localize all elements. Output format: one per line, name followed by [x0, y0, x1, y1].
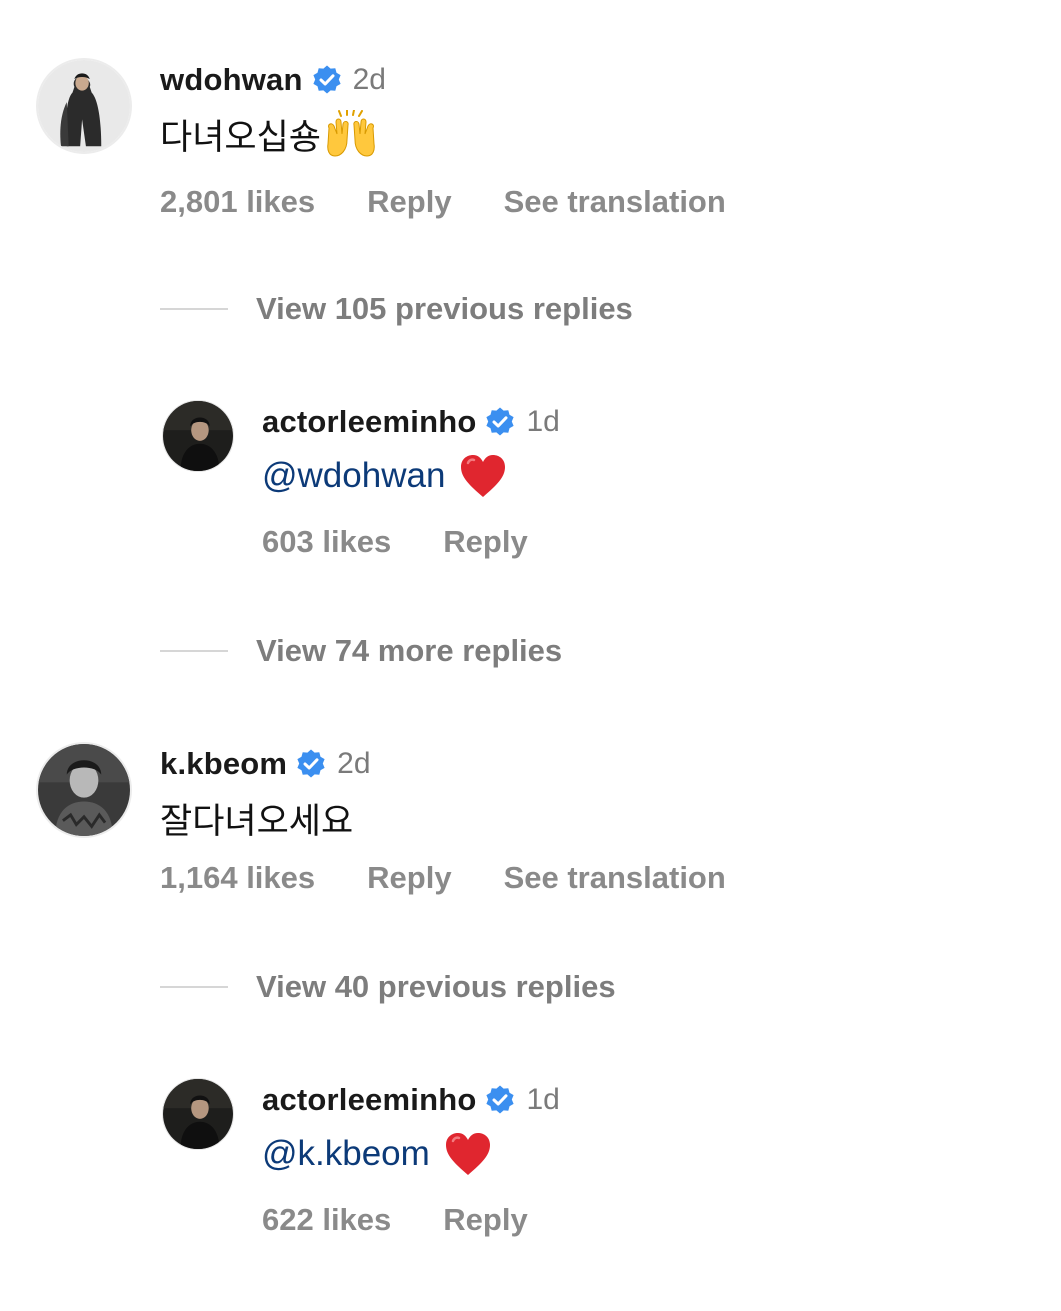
divider	[160, 986, 228, 988]
reply-text: @wdohwan	[262, 450, 507, 502]
see-translation-button[interactable]: See translation	[504, 184, 726, 220]
comment-text: 다녀오십숑	[160, 108, 379, 160]
verified-badge-icon	[295, 748, 327, 780]
comment-body: 잘다녀오세요	[160, 801, 354, 841]
divider	[160, 308, 228, 310]
comment-item: k.kbeom 2d 잘다녀오세요 1,164 likes Reply See …	[0, 742, 1061, 912]
reply-header: actorleeminho 1d	[262, 1078, 560, 1122]
verified-badge-icon	[484, 406, 516, 438]
view-replies-label[interactable]: View 40 previous replies	[256, 969, 616, 1005]
timestamp: 1d	[526, 405, 560, 438]
timestamp: 1d	[526, 1083, 560, 1116]
comment-text: 잘다녀오세요	[160, 792, 353, 844]
divider	[160, 650, 228, 652]
red-heart-icon	[459, 453, 507, 499]
username[interactable]: k.kbeom	[160, 746, 287, 782]
avatar[interactable]	[162, 1078, 234, 1150]
avatar[interactable]	[36, 58, 132, 154]
reply-button[interactable]: Reply	[367, 860, 451, 896]
comment-actions: 1,164 likes Reply See translation	[160, 858, 778, 898]
reply-item: actorleeminho 1d @wdohwan 603 likes Repl…	[0, 400, 1061, 570]
comment-header: wdohwan 2d	[160, 58, 386, 102]
reply-actions: 603 likes Reply	[262, 522, 580, 562]
username[interactable]: wdohwan	[160, 62, 303, 98]
view-more-replies[interactable]: View 74 more replies	[160, 631, 562, 671]
mention-link[interactable]: @k.kbeom	[262, 1134, 430, 1174]
view-previous-replies[interactable]: View 105 previous replies	[160, 289, 633, 329]
reply-item: actorleeminho 1d @k.kbeom 622 likes Repl…	[0, 1078, 1061, 1248]
comment-header: k.kbeom 2d	[160, 742, 371, 786]
comment-actions: 2,801 likes Reply See translation	[160, 182, 778, 222]
avatar[interactable]	[36, 742, 132, 838]
comment-item: wdohwan 2d 다녀오십숑 2,801 likes Reply See t…	[0, 58, 1061, 228]
red-heart-icon	[444, 1131, 492, 1177]
comment-body: 다녀오십숑	[160, 117, 322, 157]
mention-link[interactable]: @wdohwan	[262, 456, 445, 496]
likes-count[interactable]: 622 likes	[262, 1202, 391, 1238]
raising-hands-icon	[323, 110, 379, 158]
verified-badge-icon	[484, 1084, 516, 1116]
timestamp: 2d	[337, 747, 371, 780]
reply-header: actorleeminho 1d	[262, 400, 560, 444]
view-more-label[interactable]: View 74 more replies	[256, 633, 562, 669]
reply-button[interactable]: Reply	[443, 1202, 527, 1238]
see-translation-button[interactable]: See translation	[504, 860, 726, 896]
username[interactable]: actorleeminho	[262, 404, 476, 440]
timestamp: 2d	[352, 63, 386, 96]
likes-count[interactable]: 1,164 likes	[160, 860, 315, 896]
reply-text: @k.kbeom	[262, 1128, 492, 1180]
avatar[interactable]	[162, 400, 234, 472]
verified-badge-icon	[311, 64, 343, 96]
reply-button[interactable]: Reply	[367, 184, 451, 220]
likes-count[interactable]: 603 likes	[262, 524, 391, 560]
reply-actions: 622 likes Reply	[262, 1200, 580, 1240]
username[interactable]: actorleeminho	[262, 1082, 476, 1118]
likes-count[interactable]: 2,801 likes	[160, 184, 315, 220]
reply-button[interactable]: Reply	[443, 524, 527, 560]
view-replies-label[interactable]: View 105 previous replies	[256, 291, 633, 327]
view-previous-replies[interactable]: View 40 previous replies	[160, 967, 616, 1007]
